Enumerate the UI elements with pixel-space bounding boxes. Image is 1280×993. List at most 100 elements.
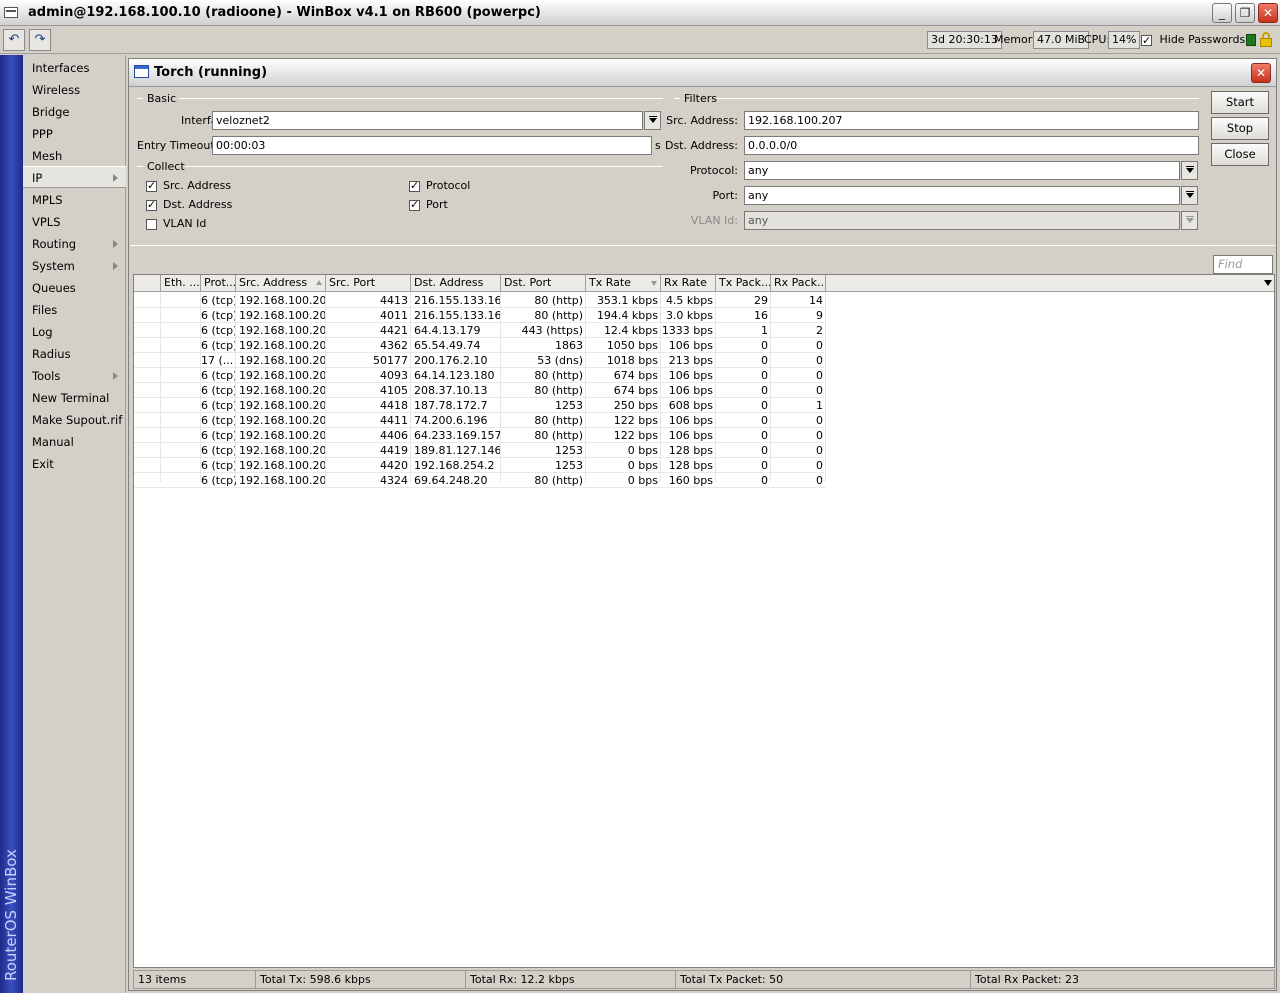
sidebar-item-new-terminal[interactable]: New Terminal xyxy=(23,387,126,409)
column-header-tx-rate-label: Tx Rate xyxy=(589,276,631,289)
cell-tx-rate: 1018 bps xyxy=(606,354,658,367)
close-button[interactable]: Close xyxy=(1211,143,1269,166)
cell-protocol: 6 (tcp) xyxy=(201,399,236,412)
sidebar-item-exit[interactable]: Exit xyxy=(23,453,126,475)
table-row[interactable]: 6 (tcp) 192.168.100.207 4093 64.14.123.180 8… xyxy=(134,368,826,383)
table-row[interactable]: 6 (tcp) 192.168.100.207 4411 74.200.6.196 80… xyxy=(134,413,826,428)
redo-button[interactable]: ↷ xyxy=(29,29,51,51)
minimize-button[interactable]: _ xyxy=(1212,3,1232,23)
sidebar-item-wireless[interactable]: Wireless xyxy=(23,79,126,101)
column-menu-icon[interactable] xyxy=(1264,280,1272,286)
cpu-value: 14% xyxy=(1108,31,1141,49)
collect-port-label: Port xyxy=(426,198,448,211)
sidebar-item-label: New Terminal xyxy=(32,391,110,405)
column-header-rx-packets[interactable]: Rx Pack... xyxy=(771,275,826,292)
collect-port-checkbox[interactable]: Port xyxy=(409,198,448,212)
filter-src-address-input[interactable]: 192.168.100.207 xyxy=(744,111,1199,130)
find-input[interactable]: Find xyxy=(1213,255,1273,274)
collect-vlan-id-checkbox[interactable]: VLAN Id xyxy=(146,217,206,231)
sidebar-item-log[interactable]: Log xyxy=(23,321,126,343)
cell-tx-packets: 1 xyxy=(761,324,768,337)
table-row[interactable]: 17 (... 192.168.100.207 50177 200.176.2.10 5… xyxy=(134,353,826,368)
column-header-src-port[interactable]: Src. Port xyxy=(326,275,411,292)
torch-table: Eth. ... Prot... Src. Address Src. Port … xyxy=(133,274,1275,968)
sidebar-item-tools[interactable]: Tools xyxy=(23,365,126,387)
table-row[interactable]: 6 (tcp) 192.168.100.207 4406 64.233.169.157… xyxy=(134,428,826,443)
column-header-protocol[interactable]: Prot... xyxy=(201,275,236,292)
sidebar-item-manual[interactable]: Manual xyxy=(23,431,126,453)
sidebar-item-make-supout[interactable]: Make Supout.rif xyxy=(23,409,126,431)
column-header-tx-packets[interactable]: Tx Pack... xyxy=(716,275,771,292)
close-window-button[interactable]: ✕ xyxy=(1258,3,1278,23)
sidebar-item-routing[interactable]: Routing xyxy=(23,233,126,255)
check-icon[interactable] xyxy=(409,198,420,212)
uptime-display: 3d 20:30:13 xyxy=(927,31,1002,49)
check-icon[interactable] xyxy=(146,179,157,193)
table-row[interactable]: 6 (tcp) 192.168.100.207 4420 192.168.254.2 1… xyxy=(134,458,826,473)
table-row[interactable]: 6 (tcp) 192.168.100.207 4105 208.37.10.13 80… xyxy=(134,383,826,398)
collect-dst-address-checkbox[interactable]: Dst. Address xyxy=(146,198,232,212)
sidebar-item-radius[interactable]: Radius xyxy=(23,343,126,365)
table-row[interactable]: 6 (tcp) 192.168.100.207 4011 216.155.133.16… xyxy=(134,308,826,323)
sidebar-item-bridge[interactable]: Bridge xyxy=(23,101,126,123)
column-header-tx-rate[interactable]: Tx Rate xyxy=(586,275,661,292)
sidebar-item-vpls[interactable]: VPLS xyxy=(23,211,126,233)
filter-port-select[interactable]: any xyxy=(744,186,1180,205)
restore-button[interactable]: ❐ xyxy=(1235,3,1255,23)
table-row[interactable]: 6 (tcp) 192.168.100.207 4421 64.4.13.179 443… xyxy=(134,323,826,338)
torch-close-icon[interactable]: ✕ xyxy=(1251,63,1271,83)
collect-dst-address-label: Dst. Address xyxy=(163,198,233,211)
collect-src-address-checkbox[interactable]: Src. Address xyxy=(146,179,231,193)
sidebar-item-mesh[interactable]: Mesh xyxy=(23,145,126,167)
stop-button[interactable]: Stop xyxy=(1211,117,1269,140)
cell-dst-port: 80 (http) xyxy=(534,414,583,427)
sidebar-item-ip[interactable]: IP xyxy=(23,166,126,188)
start-button[interactable]: Start xyxy=(1211,91,1269,114)
column-header-src-address[interactable]: Src. Address xyxy=(236,275,326,292)
column-header-select[interactable] xyxy=(134,275,161,292)
cell-tx-rate: 0 bps xyxy=(627,474,658,487)
sidebar-item-queues[interactable]: Queues xyxy=(23,277,126,299)
hide-passwords-check-icon[interactable] xyxy=(1141,33,1152,49)
interface-select[interactable]: veloznet2 xyxy=(212,111,643,130)
sidebar-item-ppp[interactable]: PPP xyxy=(23,123,126,145)
check-icon[interactable] xyxy=(146,198,157,212)
filter-protocol-select[interactable]: any xyxy=(744,161,1180,180)
column-divider xyxy=(410,292,411,482)
column-header-rx-rate[interactable]: Rx Rate xyxy=(661,275,716,292)
entry-timeout-input[interactable]: 00:00:03 xyxy=(212,136,652,155)
table-row[interactable]: 6 (tcp) 192.168.100.207 4419 189.81.127.146… xyxy=(134,443,826,458)
filter-dst-address-input[interactable]: 0.0.0.0/0 xyxy=(744,136,1199,155)
app-menu-icon[interactable] xyxy=(4,7,18,18)
undo-button[interactable]: ↶ xyxy=(3,29,25,51)
port-dropdown-icon[interactable] xyxy=(1181,186,1198,205)
column-header-eth[interactable]: Eth. ... xyxy=(161,275,201,292)
cell-protocol: 6 (tcp) xyxy=(201,429,236,442)
sidebar-item-system[interactable]: System xyxy=(23,255,126,277)
cell-tx-rate: 0 bps xyxy=(627,459,658,472)
torch-titlebar[interactable]: Torch (running) ✕ xyxy=(129,59,1276,87)
table-row[interactable]: 6 (tcp) 192.168.100.207 4362 65.54.49.74 186… xyxy=(134,338,826,353)
column-header-dst-port[interactable]: Dst. Port xyxy=(501,275,586,292)
check-icon[interactable] xyxy=(409,179,420,193)
sidebar-item-mpls[interactable]: MPLS xyxy=(23,189,126,211)
table-row[interactable]: 6 (tcp) 192.168.100.207 4413 216.155.133.16… xyxy=(134,293,826,308)
sidebar-item-interfaces[interactable]: Interfaces xyxy=(23,57,126,79)
table-row[interactable]: 6 (tcp) 192.168.100.207 4418 187.78.172.7 12… xyxy=(134,398,826,413)
check-icon[interactable] xyxy=(146,218,157,230)
column-header-dst-address[interactable]: Dst. Address xyxy=(411,275,501,292)
collect-protocol-checkbox[interactable]: Protocol xyxy=(409,179,470,193)
cell-rx-packets: 9 xyxy=(816,309,823,322)
sidebar-item-label: Tools xyxy=(32,369,61,383)
cell-rx-rate: 106 bps xyxy=(668,384,713,397)
hide-passwords-checkbox[interactable]: Hide Passwords xyxy=(1141,32,1245,49)
protocol-dropdown-icon[interactable] xyxy=(1181,161,1198,180)
table-row[interactable]: 6 (tcp) 192.168.100.207 4324 69.64.248.20 80… xyxy=(134,473,826,488)
sidebar-item-files[interactable]: Files xyxy=(23,299,126,321)
cell-src-port: 4324 xyxy=(380,474,408,487)
cell-dst-port: 1253 xyxy=(555,459,583,472)
cell-src-address: 192.168.100.207 xyxy=(239,354,326,367)
collect-src-address-label: Src. Address xyxy=(163,179,232,192)
cell-dst-port: 1863 xyxy=(555,339,583,352)
cell-dst-port: 80 (http) xyxy=(534,294,583,307)
